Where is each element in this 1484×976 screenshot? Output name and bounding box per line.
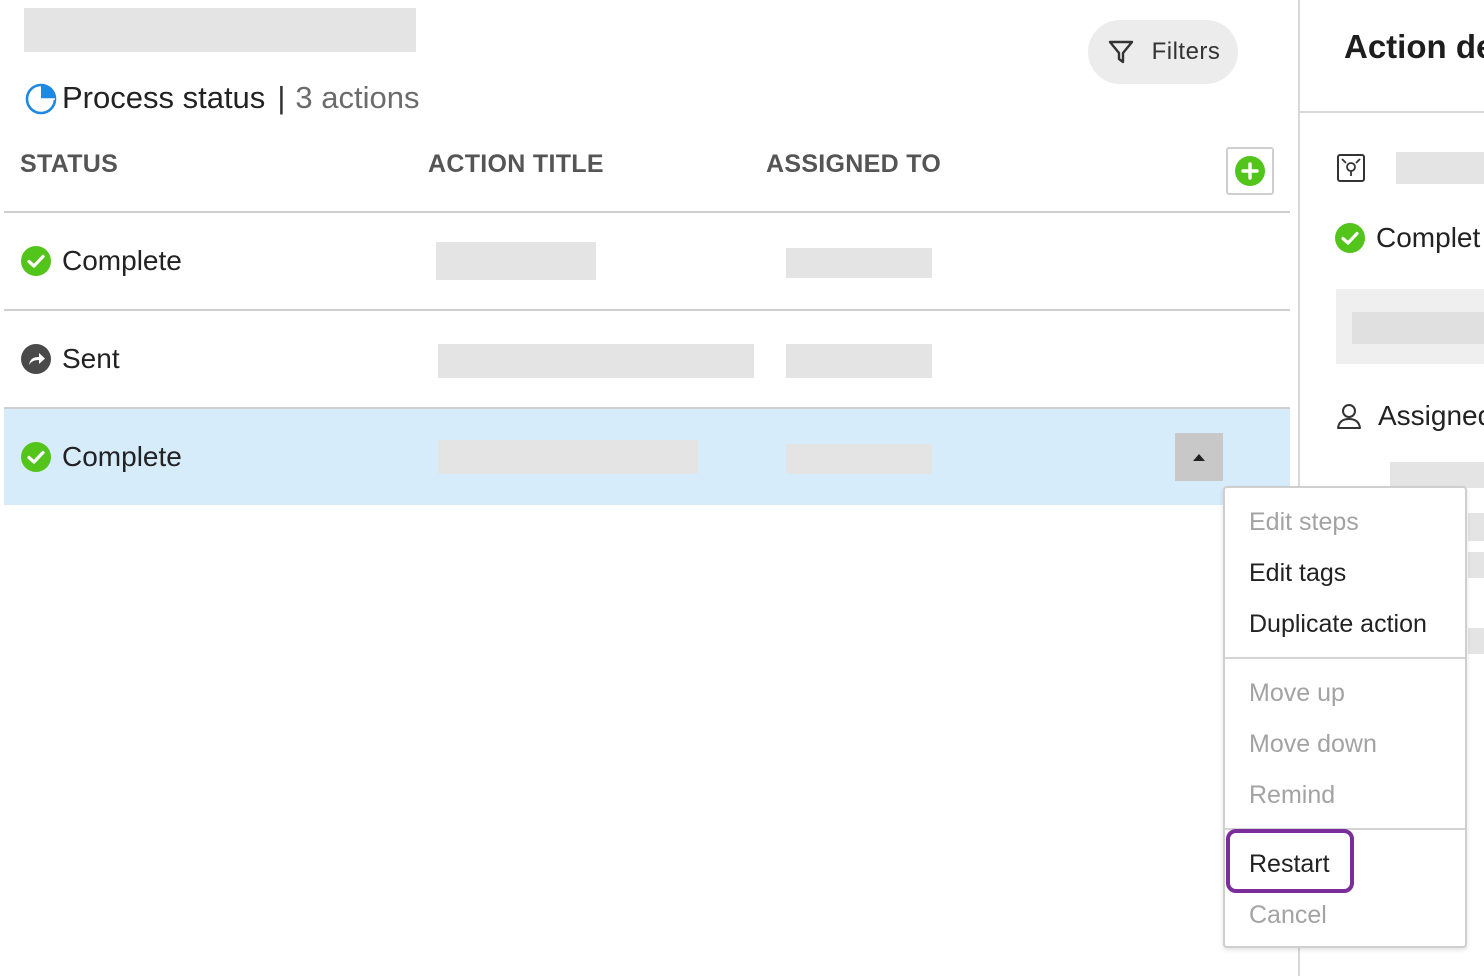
menu-item-duplicate-action[interactable]: Duplicate action xyxy=(1249,610,1427,639)
action-title-placeholder xyxy=(438,440,698,474)
row-status: Sent xyxy=(20,311,120,407)
title-separator: | xyxy=(277,80,286,115)
action-count: 3 actions xyxy=(295,80,420,115)
restart-highlight-outline xyxy=(1226,829,1354,893)
user-icon xyxy=(1337,404,1361,429)
process-step-icon xyxy=(1337,154,1365,182)
menu-item-edit-tags[interactable]: Edit tags xyxy=(1249,559,1346,588)
side-assignee-placeholder xyxy=(1390,462,1484,488)
caret-up-icon xyxy=(1193,454,1205,461)
action-title-placeholder xyxy=(438,344,754,378)
filters-label: Filters xyxy=(1151,38,1221,65)
menu-item-move-down: Move down xyxy=(1249,730,1377,758)
page-title: Process status xyxy=(62,80,266,115)
side-status: Complet xyxy=(1334,218,1480,258)
row-status: Complete xyxy=(20,409,182,505)
menu-divider xyxy=(1225,657,1465,659)
row-menu-toggle-button[interactable] xyxy=(1175,433,1223,481)
title-placeholder xyxy=(24,8,416,52)
column-header-status[interactable]: STATUS xyxy=(20,150,118,179)
row-status-label: Complete xyxy=(62,245,182,276)
menu-item-cancel: Cancel xyxy=(1249,901,1327,929)
menu-item-edit-steps: Edit steps xyxy=(1249,508,1359,536)
side-assigned-label: Assigned xyxy=(1378,400,1484,431)
side-panel-title: Action de xyxy=(1344,28,1484,65)
side-placeholder xyxy=(1468,513,1484,541)
assignee-placeholder xyxy=(786,248,932,278)
pie-chart-icon xyxy=(25,83,57,115)
assignee-placeholder xyxy=(786,344,932,378)
side-title-placeholder xyxy=(1396,152,1484,184)
side-placeholder xyxy=(1468,628,1484,654)
side-panel-divider xyxy=(1300,111,1484,113)
table-row[interactable]: Complete xyxy=(4,213,1290,309)
check-circle-icon xyxy=(21,442,51,472)
filters-button[interactable]: Filters xyxy=(1088,20,1238,84)
column-header-action-title[interactable]: ACTION TITLE xyxy=(428,150,604,179)
plus-circle-icon xyxy=(1235,156,1265,186)
check-circle-icon xyxy=(21,246,51,276)
side-content-placeholder xyxy=(1352,312,1484,344)
row-status-label: Complete xyxy=(62,441,182,472)
menu-item-remind: Remind xyxy=(1249,781,1336,809)
side-assigned: Assigned xyxy=(1334,396,1484,436)
process-status-panel: Process status | 3 actions Filters STATU… xyxy=(0,0,1298,976)
share-arrow-icon xyxy=(21,344,51,374)
filter-funnel-icon xyxy=(1108,40,1133,64)
side-content-box xyxy=(1336,289,1484,364)
side-status-label: Complet xyxy=(1376,222,1481,253)
action-title-placeholder xyxy=(436,242,596,280)
column-header-assigned-to[interactable]: ASSIGNED TO xyxy=(766,150,941,179)
add-action-button[interactable] xyxy=(1226,147,1274,195)
menu-item-move-up: Move up xyxy=(1249,679,1345,707)
assignee-placeholder xyxy=(786,444,932,474)
row-status: Complete xyxy=(20,213,182,309)
page-heading: Process status | 3 actions xyxy=(24,78,419,118)
side-placeholder xyxy=(1468,552,1484,578)
check-circle-icon xyxy=(1335,223,1365,253)
row-status-label: Sent xyxy=(62,343,120,374)
